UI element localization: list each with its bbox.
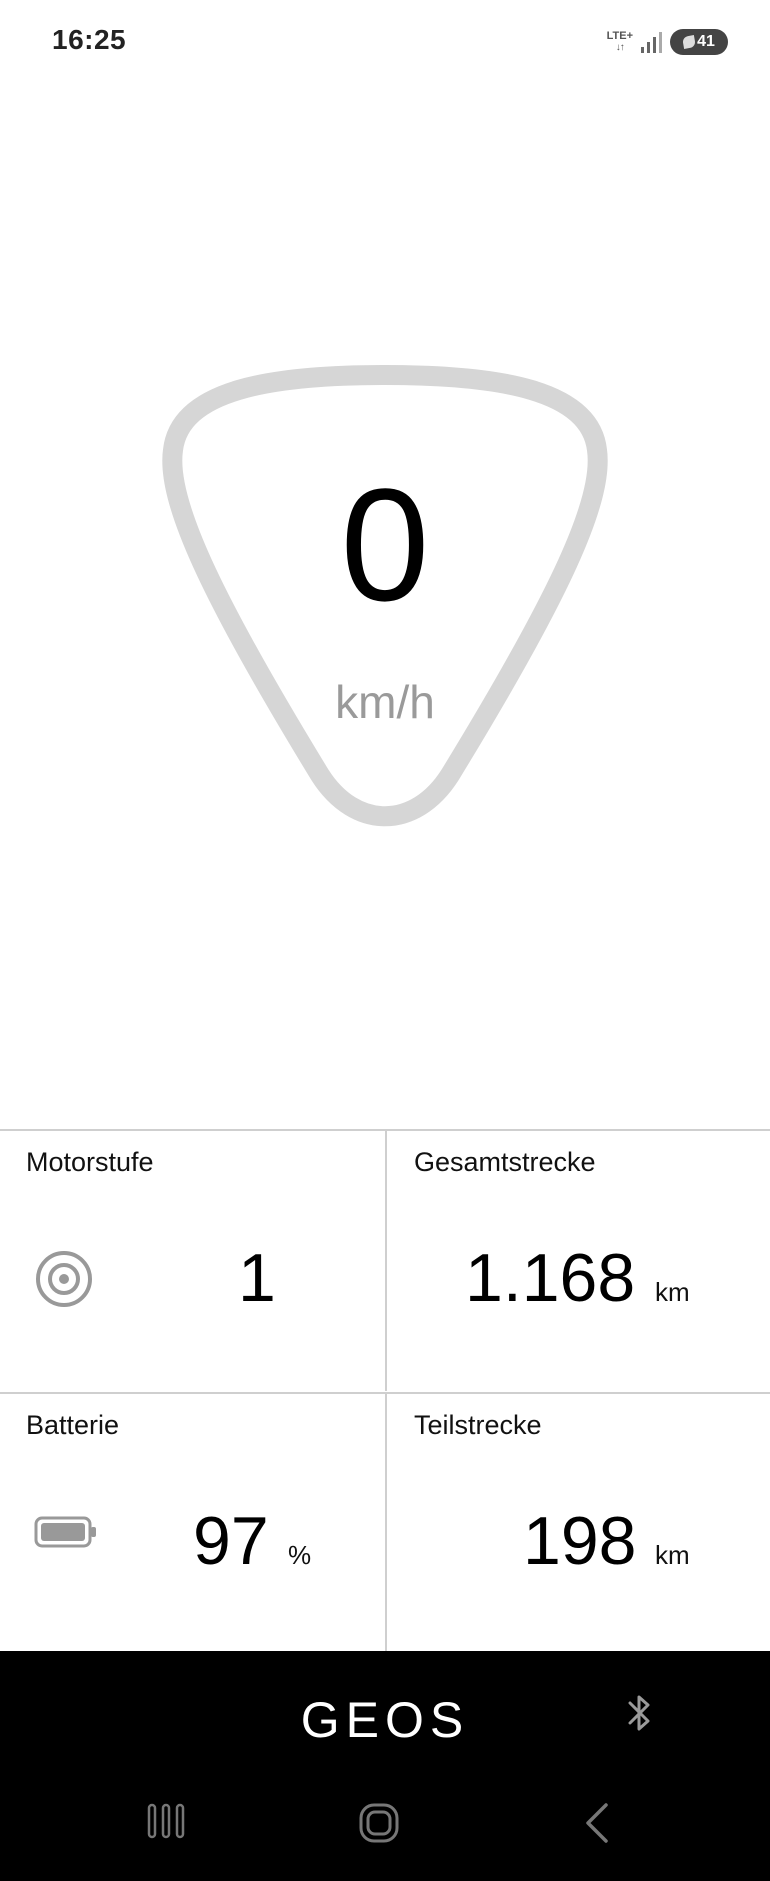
tile-batterie[interactable]: Batterie 97 % bbox=[0, 1392, 385, 1652]
speedometer: 0 km/h bbox=[160, 365, 610, 845]
brand-logo: GEOS bbox=[300, 1692, 470, 1748]
network-label: LTE+ bbox=[606, 30, 633, 42]
bottom-bar: GEOS bbox=[0, 1651, 770, 1881]
signal-icon bbox=[641, 31, 662, 53]
status-time: 16:25 bbox=[52, 24, 127, 55]
battery-status-level: 41 bbox=[697, 33, 715, 50]
network-indicator: LTE+ ↓↑ bbox=[606, 30, 633, 54]
back-icon[interactable] bbox=[580, 1801, 614, 1861]
tile-motorstufe[interactable]: Motorstufe 1 bbox=[0, 1131, 385, 1391]
battery-status-icon: 41 bbox=[670, 29, 728, 55]
battery-icon bbox=[34, 1514, 98, 1555]
tile-label: Batterie bbox=[26, 1410, 120, 1440]
trip-distance-unit: km bbox=[655, 1540, 690, 1570]
total-distance-value: 1.168 bbox=[465, 1240, 636, 1316]
stats-grid: Motorstufe 1 Gesamtstrecke 1.168 km Batt… bbox=[0, 1129, 770, 1652]
tile-label: Motorstufe bbox=[26, 1147, 154, 1177]
total-distance-unit: km bbox=[655, 1277, 690, 1307]
recent-apps-icon[interactable] bbox=[146, 1801, 186, 1861]
battery-unit: % bbox=[288, 1540, 312, 1570]
data-arrows-icon: ↓↑ bbox=[615, 42, 625, 53]
status-bar: 16:25 LTE+ ↓↑ 41 bbox=[0, 0, 770, 84]
speed-unit: km/h bbox=[335, 676, 435, 728]
home-icon[interactable] bbox=[357, 1801, 401, 1861]
battery-value: 97 bbox=[193, 1503, 269, 1579]
tile-teilstrecke[interactable]: Teilstrecke 198 km bbox=[385, 1392, 770, 1652]
speed-value: 0 bbox=[340, 455, 430, 634]
trip-distance-value: 198 bbox=[523, 1503, 637, 1579]
power-saving-icon bbox=[682, 35, 697, 49]
tile-label: Gesamtstrecke bbox=[414, 1147, 596, 1177]
bluetooth-icon[interactable] bbox=[626, 1691, 654, 1740]
target-icon bbox=[34, 1249, 94, 1314]
tile-gesamtstrecke[interactable]: Gesamtstrecke 1.168 km bbox=[385, 1131, 770, 1391]
motor-level-value: 1 bbox=[238, 1240, 276, 1316]
tile-label: Teilstrecke bbox=[414, 1410, 542, 1440]
status-icons: LTE+ ↓↑ 41 bbox=[607, 24, 728, 60]
